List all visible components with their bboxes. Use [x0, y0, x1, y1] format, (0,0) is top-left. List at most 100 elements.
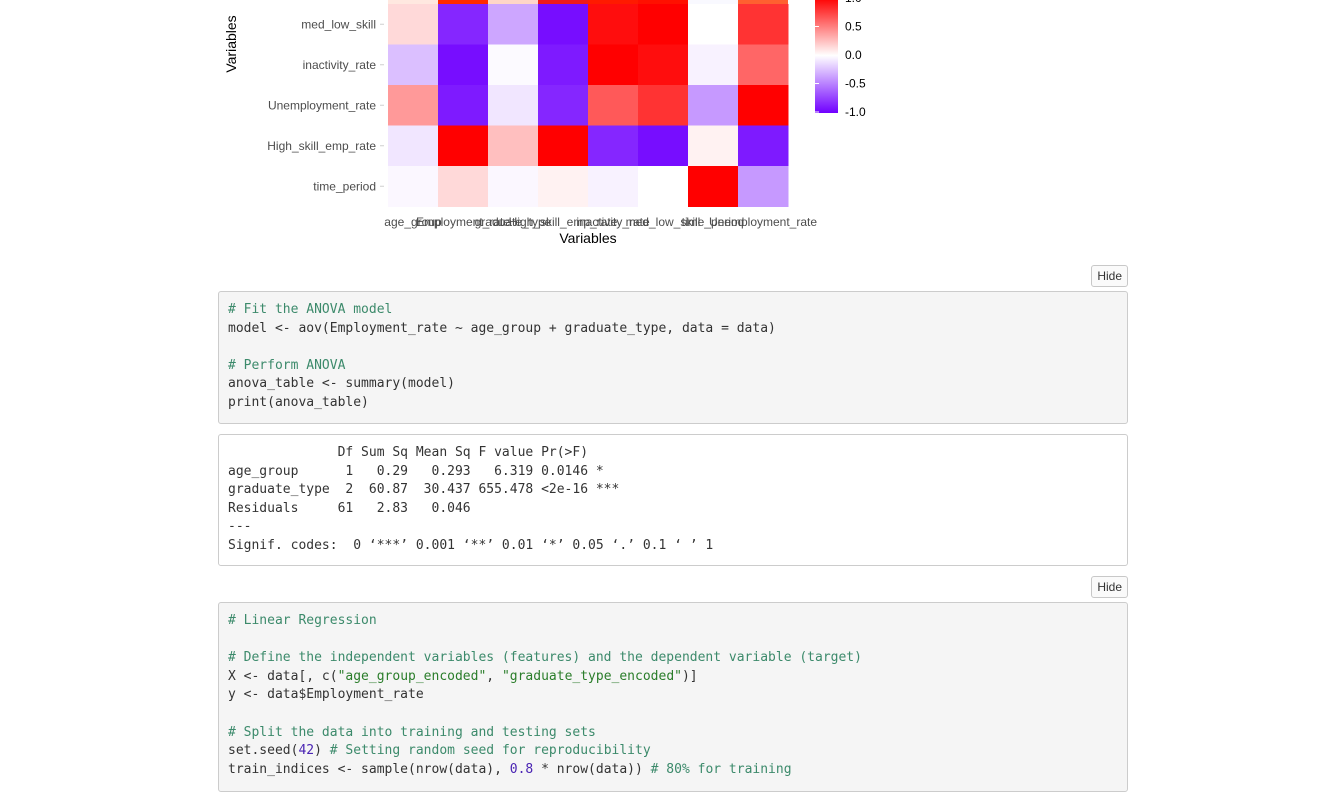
- code-string: "age_group_encoded": [337, 668, 487, 684]
- heatmap-cell: [488, 166, 539, 207]
- output-line: graduate_type 2 60.87 30.437 655.478 <2e…: [228, 482, 620, 498]
- heatmap-cell: [738, 125, 789, 167]
- heatmap-cell: [738, 0, 788, 4]
- code-line: y <- data$Employment_rate: [228, 686, 1118, 705]
- code-text: ,: [486, 668, 502, 684]
- anova-code-block: # Fit the ANOVA model model <- aov(Employ…: [218, 291, 1128, 424]
- code-line: set.seed(42) # Setting random seed for r…: [228, 742, 1118, 761]
- heatmap-cell: [588, 4, 639, 45]
- hide-code-button[interactable]: Hide: [1091, 576, 1128, 598]
- heatmap-cell: [388, 4, 439, 45]
- y-tick-label: time_period: [313, 179, 376, 193]
- heatmap-cell: [388, 85, 439, 126]
- heatmap-cell: [538, 166, 589, 207]
- code-comment: # Linear Regression: [228, 613, 377, 628]
- heatmap-cell: [688, 85, 739, 126]
- output-line: age_group 1 0.29 0.293 6.319 0.0146 *: [228, 463, 620, 479]
- legend-tick-label: 0.0: [845, 48, 862, 62]
- code-comment: # Perform ANOVA: [228, 357, 346, 373]
- legend-tick-label: 1.0: [845, 0, 862, 5]
- heatmap-cell: [738, 4, 789, 45]
- x-tick-label: Unemployment_rate: [709, 215, 817, 229]
- regression-code-block: # Linear Regression # Define the independ…: [218, 602, 1128, 792]
- code-line: # Define the independent variables (feat…: [228, 649, 1118, 668]
- code-comment: # Define the independent variables (feat…: [228, 650, 862, 666]
- code-text: y <- data$Employment_rate: [228, 687, 424, 703]
- code-string: "graduate_type_encoded": [501, 668, 682, 684]
- legend-colorbar: [815, 0, 838, 113]
- heatmap-cell: [688, 44, 739, 86]
- heatmap-cell: [488, 44, 539, 86]
- heatmap-cell: [488, 125, 539, 167]
- heatmap-cell: [588, 85, 639, 126]
- heatmap-cell: [488, 4, 539, 45]
- code-line: # Linear Regression: [228, 612, 1118, 631]
- heatmap-cell: [388, 125, 439, 167]
- legend-tick-label: -1.0: [845, 105, 866, 119]
- code-line: # Perform ANOVA: [228, 357, 1118, 376]
- code-text: * nrow(data)): [533, 761, 651, 777]
- heatmap-cell: [538, 4, 589, 45]
- hide-code-button[interactable]: Hide: [1091, 265, 1128, 287]
- code-text: X <- data[, c(: [228, 668, 338, 684]
- code-text: model <- aov(Employment_rate ~ age_group…: [228, 320, 776, 336]
- code-comment: # Setting random seed for reproducibilit…: [329, 743, 651, 759]
- heatmap-x-tick-labels: age_groupEmployment_rategraduate_typeHig…: [384, 215, 817, 229]
- code-text: anova_table <- summary(model): [228, 376, 455, 392]
- heatmap-cell: [588, 44, 639, 86]
- heatmap-cell: [738, 166, 789, 207]
- heatmap-cell: [438, 85, 489, 126]
- output-line: Residuals 61 2.83 0.046: [228, 500, 620, 516]
- heatmap-cell: [388, 44, 439, 86]
- heatmap-cell: [438, 0, 488, 4]
- y-tick-label: inactivity_rate: [303, 58, 377, 72]
- heatmap-cell: [538, 85, 589, 126]
- y-tick-label: med_low_skill: [301, 17, 376, 31]
- code-line: print(anova_table): [228, 394, 1118, 413]
- y-tick-label: Unemployment_rate: [268, 98, 376, 112]
- legend-tick-label: -0.5: [845, 77, 866, 91]
- heatmap-cell: [388, 0, 438, 4]
- heatmap-cells: [388, 0, 789, 207]
- heatmap-cell: [588, 125, 639, 167]
- heatmap-cell: [438, 125, 489, 167]
- code-comment: # Fit the ANOVA model: [228, 302, 393, 317]
- code-line: # Split the data into training and testi…: [228, 724, 1118, 743]
- heatmap-cell: [438, 44, 489, 86]
- code-comment: # Split the data into training and testi…: [228, 724, 596, 740]
- heatmap-cell: [588, 166, 639, 207]
- code-line: train_indices <- sample(nrow(data), 0.8 …: [228, 761, 1118, 780]
- heatmap-cell: [488, 85, 539, 126]
- heatmap-cell: [638, 125, 689, 167]
- heatmap-cell: [688, 0, 738, 4]
- y-tick-label: High_skill_emp_rate: [267, 139, 376, 153]
- heatmap-cell: [638, 166, 689, 207]
- output-line: Signif. codes: 0 ‘***’ 0.001 ‘**’ 0.01 ‘…: [228, 537, 714, 553]
- code-line: # Fit the ANOVA model: [228, 301, 1118, 320]
- heatmap-cell: [438, 166, 489, 207]
- code-text: set.seed(: [228, 743, 299, 759]
- heatmap-cell: [638, 44, 689, 86]
- heatmap-cell: [688, 166, 739, 207]
- output-line: Df Sum Sq Mean Sq F value Pr(>F): [228, 445, 620, 460]
- heatmap-cell: [688, 125, 739, 167]
- correlation-heatmap: med_low_skill inactivity_rate Unemployment…: [223, 0, 866, 246]
- heatmap-cell: [588, 0, 638, 4]
- code-text: train_indices <- sample(nrow(data),: [228, 761, 510, 777]
- heatmap-cell: [538, 44, 589, 86]
- code-text: ): [314, 743, 330, 759]
- heatmap-cell: [738, 85, 789, 126]
- heatmap-cell: [638, 4, 689, 45]
- code-line: model <- aov(Employment_rate ~ age_group…: [228, 320, 1118, 339]
- code-comment: # 80% for training: [650, 761, 792, 777]
- heatmap-cell: [388, 166, 439, 207]
- code-number: 42: [298, 743, 315, 759]
- heatmap-y-tick-labels: med_low_skill inactivity_rate Unemployment…: [267, 17, 384, 193]
- heatmap-cell: [438, 4, 489, 45]
- heatmap-cell: [688, 4, 739, 45]
- code-line: anova_table <- summary(model): [228, 375, 1118, 394]
- heatmap-cell: [638, 85, 689, 126]
- anova-output-block: Df Sum Sq Mean Sq F value Pr(>F) age_gro…: [218, 434, 1128, 566]
